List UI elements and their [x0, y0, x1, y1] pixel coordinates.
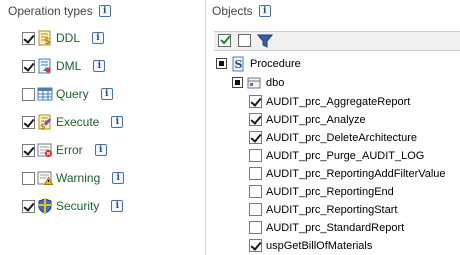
schema-label: dbo [266, 76, 285, 89]
tree-item[interactable]: AUDIT_prc_ReportingStart [249, 201, 397, 219]
item-label: AUDIT_prc_AggregateReport [266, 95, 411, 108]
tree-item[interactable]: uspGetBillOfMaterials [249, 237, 372, 255]
operation-types-list: $ DDL i DML i Query i $ Execute i Error … [22, 24, 125, 220]
warning-label: Warning [56, 171, 101, 185]
ddl-label: DDL [56, 31, 81, 45]
info-icon[interactable]: i [98, 5, 111, 17]
filter-icon[interactable] [256, 33, 274, 49]
op-type-query[interactable]: Query i [22, 80, 124, 108]
info-icon[interactable]: i [258, 5, 271, 17]
security-checkbox[interactable] [22, 199, 35, 213]
select-all-icon[interactable] [217, 33, 233, 49]
tree-item[interactable]: AUDIT_prc_StandardReport [249, 219, 404, 237]
panel-divider [205, 0, 206, 255]
info-icon[interactable]: i [111, 116, 124, 128]
item-checkbox[interactable] [249, 131, 262, 145]
op-type-error[interactable]: Error i [22, 136, 124, 164]
tree-item[interactable]: AUDIT_prc_ReportingAddFilterValue [249, 165, 446, 183]
warning-checkbox[interactable] [22, 171, 35, 185]
item-label: AUDIT_prc_Purge_AUDIT_LOG [266, 149, 425, 162]
error-label: Error [56, 143, 83, 157]
objects-header: Objects i [212, 4, 271, 18]
svg-text:$: $ [40, 122, 46, 130]
item-label: AUDIT_prc_ReportingStart [266, 203, 398, 216]
info-icon[interactable]: i [93, 60, 106, 72]
procedure-label: Procedure [250, 57, 301, 70]
info-icon[interactable]: i [92, 32, 105, 44]
execute-icon: $ [37, 114, 53, 131]
tree-node-dbo[interactable]: dbo [232, 74, 284, 92]
query-table-icon [37, 86, 53, 102]
security-shield-icon [37, 198, 53, 214]
item-checkbox[interactable] [249, 167, 262, 181]
item-label: AUDIT_prc_Analyze [266, 113, 366, 126]
item-label: uspGetBillOfMaterials [266, 239, 373, 252]
execute-checkbox[interactable] [22, 115, 35, 129]
info-icon[interactable]: i [94, 144, 107, 156]
ddl-icon: $ [37, 30, 53, 47]
tree-item[interactable]: AUDIT_prc_DeleteArchitecture [249, 129, 417, 147]
item-checkbox[interactable] [249, 149, 262, 163]
tree-item[interactable]: AUDIT_prc_ReportingEnd [249, 183, 394, 201]
query-checkbox[interactable] [22, 87, 35, 101]
procedure-icon: S [230, 56, 246, 72]
item-label: AUDIT_prc_ReportingAddFilterValue [266, 167, 446, 180]
operation-types-title: Operation types [8, 4, 93, 18]
dml-label: DML [56, 59, 82, 73]
ddl-checkbox[interactable] [22, 31, 35, 45]
execute-label: Execute [56, 115, 100, 129]
info-icon[interactable]: i [111, 200, 124, 212]
item-label: AUDIT_prc_ReportingEnd [266, 185, 394, 198]
op-type-dml[interactable]: DML i [22, 52, 124, 80]
error-checkbox[interactable] [22, 143, 35, 157]
item-checkbox[interactable] [249, 203, 262, 217]
tree-node-procedure[interactable]: S Procedure [216, 55, 301, 73]
info-icon[interactable]: i [100, 88, 113, 100]
op-type-execute[interactable]: $ Execute i [22, 108, 124, 136]
item-label: AUDIT_prc_DeleteArchitecture [266, 131, 418, 144]
item-checkbox[interactable] [249, 95, 262, 109]
dml-icon [37, 58, 53, 74]
item-checkbox[interactable] [249, 185, 262, 199]
procedure-tristate-checkbox[interactable] [216, 58, 227, 70]
tree-item[interactable]: AUDIT_prc_Purge_AUDIT_LOG [249, 147, 424, 165]
dml-checkbox[interactable] [22, 59, 35, 73]
schema-icon [246, 75, 262, 91]
item-checkbox[interactable] [249, 221, 262, 235]
op-type-security[interactable]: Security i [22, 192, 124, 220]
dbo-tristate-checkbox[interactable] [232, 77, 243, 89]
operation-types-header: Operation types i [8, 4, 111, 18]
svg-text:S: S [235, 58, 243, 71]
op-type-warning[interactable]: Warning i [22, 164, 125, 192]
tree-item[interactable]: AUDIT_prc_Analyze [249, 111, 366, 129]
item-checkbox[interactable] [249, 239, 262, 253]
deselect-all-icon[interactable] [237, 33, 253, 49]
objects-toolbar [214, 31, 460, 51]
svg-text:$: $ [44, 37, 50, 46]
objects-title: Objects [212, 4, 253, 18]
op-type-ddl[interactable]: $ DDL i [22, 24, 124, 52]
security-label: Security [56, 199, 100, 213]
tree-item[interactable]: AUDIT_prc_AggregateReport [249, 93, 410, 111]
warning-icon [37, 170, 54, 186]
query-label: Query [56, 87, 89, 101]
info-icon[interactable]: i [112, 172, 125, 184]
item-label: AUDIT_prc_StandardReport [266, 221, 405, 234]
error-icon [37, 142, 53, 158]
item-checkbox[interactable] [249, 113, 262, 127]
